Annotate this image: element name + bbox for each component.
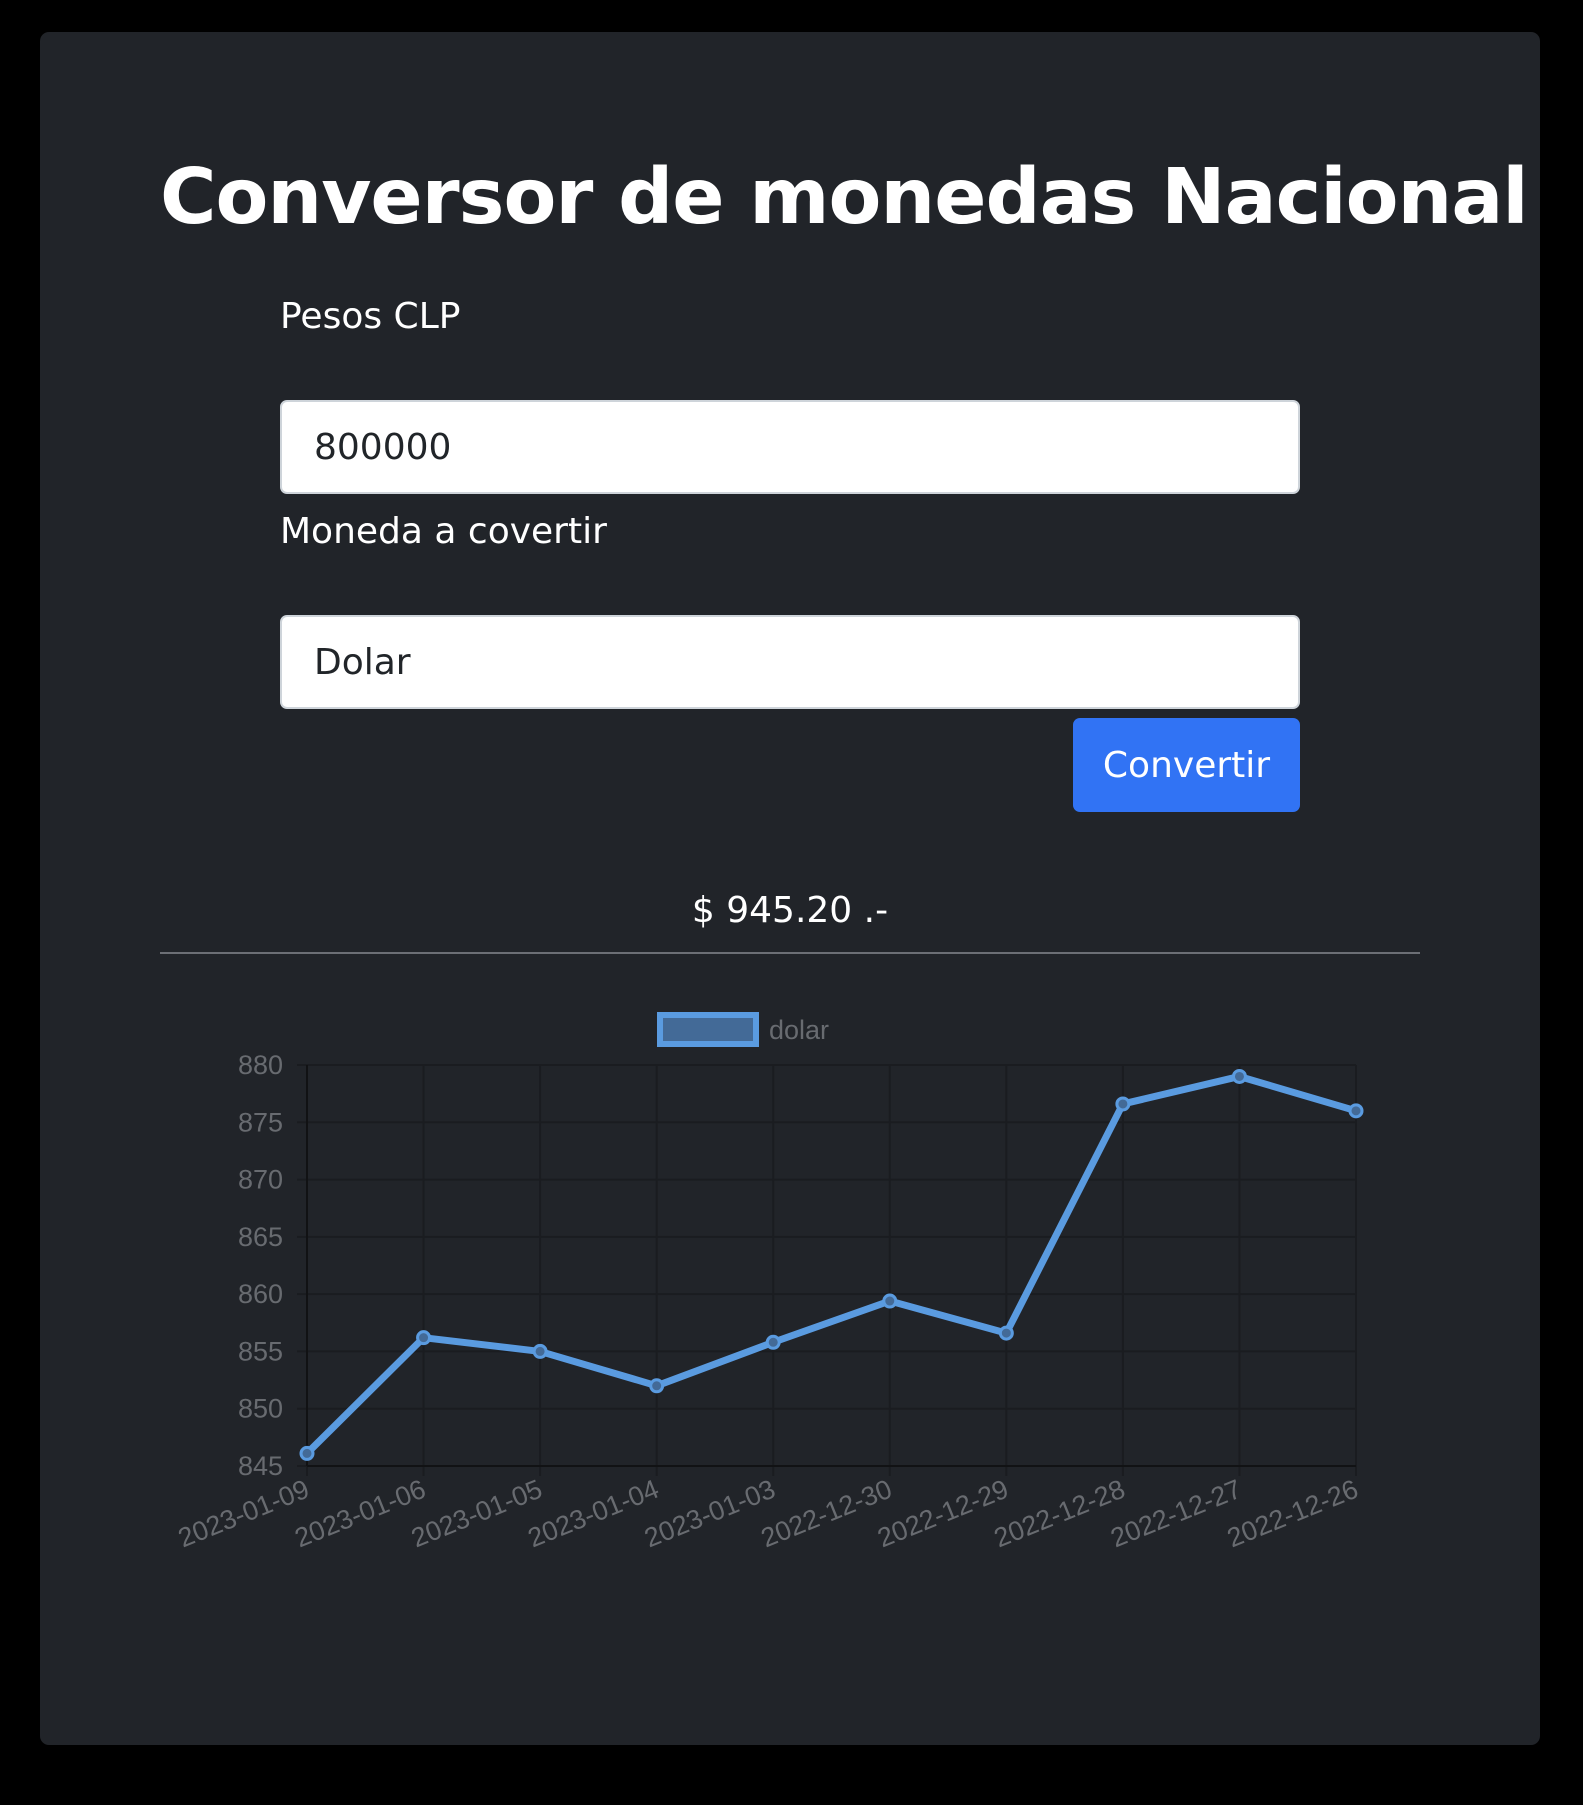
page-title: Conversor de monedas Nacional	[160, 153, 1529, 242]
exchange-rate-chart: 2023-01-092023-01-062023-01-052023-01-04…	[174, 1012, 1364, 1554]
x-tick-label: 2023-01-04	[524, 1474, 663, 1554]
y-tick-label: 880	[238, 1050, 283, 1080]
x-tick-label: 2022-12-29	[873, 1474, 1012, 1554]
x-tick-label: 2023-01-03	[640, 1474, 779, 1554]
y-tick-label: 845	[238, 1451, 283, 1481]
data-point[interactable]	[998, 1325, 1014, 1341]
x-tick-label: 2023-01-06	[290, 1474, 429, 1554]
y-tick-label: 855	[238, 1336, 283, 1366]
y-tick-label: 875	[238, 1107, 283, 1137]
convert-button[interactable]: Convertir	[1073, 718, 1300, 812]
x-tick-label: 2022-12-30	[757, 1474, 896, 1554]
data-point[interactable]	[416, 1330, 432, 1346]
data-point[interactable]	[1348, 1103, 1364, 1119]
conversion-result: $ 945.20 .-	[691, 890, 889, 931]
converter-card: Conversor de monedas Nacional Pesos CLP …	[40, 32, 1540, 1745]
data-point[interactable]	[649, 1378, 665, 1394]
data-point[interactable]	[299, 1445, 315, 1461]
legend-swatch[interactable]	[657, 1012, 759, 1047]
data-point[interactable]	[1231, 1068, 1247, 1084]
y-tick-label: 870	[238, 1165, 283, 1195]
x-tick-label: 2023-01-09	[174, 1474, 313, 1554]
x-tick-label: 2023-01-05	[407, 1474, 546, 1554]
x-tick-label: 2022-12-26	[1223, 1474, 1362, 1554]
series-line-dolar	[303, 1072, 1360, 1457]
data-point[interactable]	[765, 1334, 781, 1350]
y-tick-label: 860	[238, 1279, 283, 1309]
legend-label[interactable]: dolar	[769, 1015, 829, 1045]
x-tick-label: 2022-12-27	[1106, 1474, 1245, 1554]
currency-field[interactable]	[280, 615, 1300, 709]
amount-input[interactable]	[280, 400, 1300, 494]
y-tick-label: 865	[238, 1222, 283, 1252]
amount-label: Pesos CLP	[280, 296, 461, 337]
y-tick-label: 850	[238, 1394, 283, 1424]
divider	[160, 952, 1420, 954]
data-point[interactable]	[882, 1293, 898, 1309]
data-point[interactable]	[1115, 1096, 1131, 1112]
currency-label: Moneda a covertir	[280, 511, 607, 552]
x-tick-label: 2022-12-28	[990, 1474, 1129, 1554]
data-point[interactable]	[532, 1343, 548, 1359]
